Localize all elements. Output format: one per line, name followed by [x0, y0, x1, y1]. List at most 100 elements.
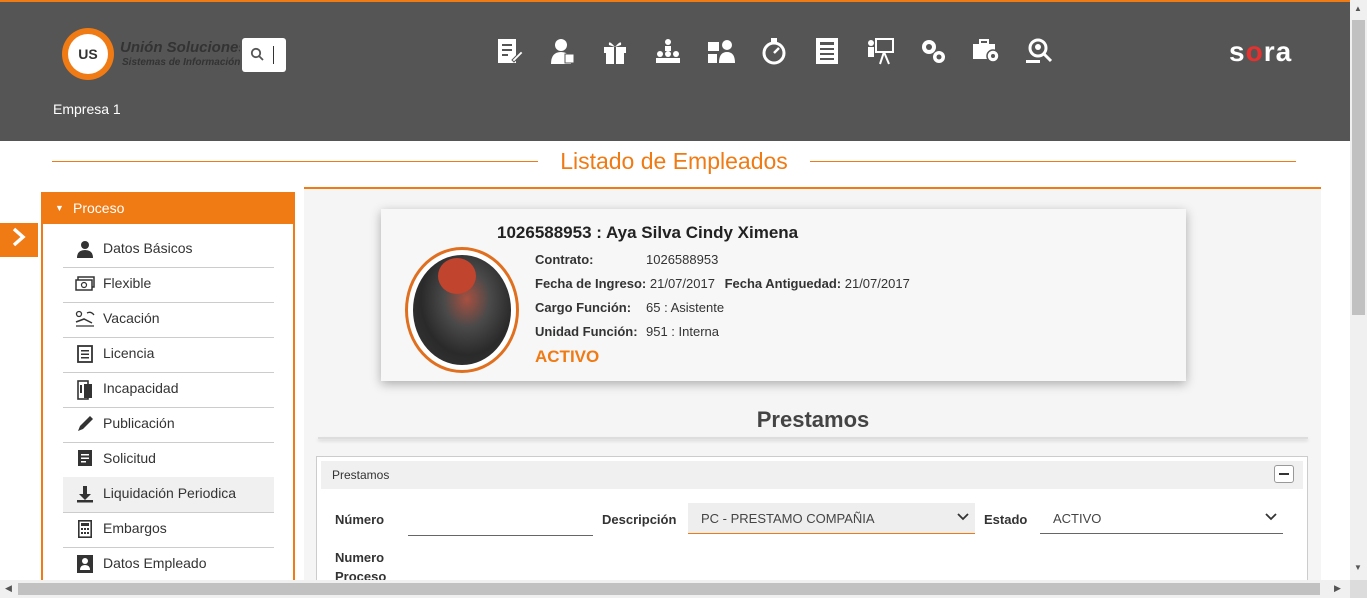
ingreso-label: Fecha de Ingreso:	[535, 276, 647, 291]
sidebar-item-datos-empleado[interactable]: Datos Empleado	[63, 547, 274, 583]
process-sidebar: ▼ Proceso Datos Básicos Flexible Vacació…	[41, 192, 295, 592]
cargo-label: Cargo Función:	[535, 300, 632, 315]
company-name: Empresa 1	[53, 101, 121, 117]
descripcion-label: Descripción	[602, 512, 677, 527]
organization-icon[interactable]	[653, 36, 683, 66]
company-logo[interactable]: US	[62, 28, 114, 80]
sidebar-item-label: Vacación	[103, 310, 160, 326]
sidebar-item-flexible[interactable]: Flexible	[63, 267, 274, 303]
collapse-button[interactable]	[1274, 465, 1294, 483]
form-edit-icon[interactable]	[494, 36, 524, 66]
numero-proceso-label: Numero	[335, 550, 385, 565]
report-icon[interactable]	[812, 36, 842, 66]
numero-input[interactable]	[408, 513, 593, 536]
money-icon	[75, 275, 95, 293]
contrato-row: Contrato: 1026588953	[535, 252, 718, 267]
sidebar-item-label: Incapacidad	[103, 380, 179, 396]
scroll-up-icon[interactable]: ▲	[1354, 4, 1362, 13]
stopwatch-icon[interactable]	[759, 36, 789, 66]
app-header: US Unión Soluciones Sistemas de Informac…	[0, 2, 1350, 141]
sidebar-section-header[interactable]: ▼ Proceso	[43, 192, 293, 224]
descripcion-value: PC - PRESTAMO COMPAÑIA	[701, 511, 875, 526]
product-logo: sora	[1229, 36, 1293, 67]
sidebar-item-incapacidad[interactable]: Incapacidad	[63, 372, 274, 408]
settings-gears-icon[interactable]	[918, 36, 948, 66]
horizontal-scrollbar[interactable]: ◀ ▶	[0, 580, 1350, 598]
hierarchy-icon[interactable]	[706, 36, 736, 66]
vertical-scrollbar[interactable]: ▲ ▼	[1350, 0, 1367, 580]
employee-name: 1026588953 : Aya Silva Cindy Ximena	[497, 223, 799, 242]
estado-label: Estado	[984, 512, 1028, 527]
numero-label: Número	[335, 512, 385, 527]
text-caret	[273, 46, 274, 64]
pen-icon	[75, 415, 95, 433]
document-icon	[75, 450, 95, 468]
cargo-value: 65 : Asistente	[646, 300, 725, 315]
ingreso-value: 21/07/2017	[649, 276, 715, 291]
medical-icon	[75, 380, 95, 400]
minus-icon	[1279, 473, 1289, 475]
scroll-down-icon[interactable]: ▼	[1354, 563, 1362, 572]
fechas-row: Fecha de Ingreso: 21/07/2017 Fecha Antig…	[535, 276, 910, 291]
page-title-bar: Listado de Empleados	[52, 146, 1296, 176]
scroll-right-icon[interactable]: ▶	[1334, 583, 1341, 594]
scrollbar-thumb[interactable]	[1352, 20, 1365, 315]
photo-detail	[438, 258, 476, 294]
sidebar-item-label: Flexible	[103, 275, 152, 291]
contrato-value: 1026588953	[646, 252, 719, 267]
sidebar-item-label: Datos Empleado	[103, 555, 207, 571]
id-card-icon	[75, 555, 95, 573]
employee-icon[interactable]	[547, 36, 577, 66]
chevron-right-icon	[12, 227, 26, 247]
panel-title: Prestamos	[332, 468, 390, 482]
sidebar-item-label: Publicación	[103, 415, 175, 431]
cargo-row: Cargo Función: 65 : Asistente	[535, 300, 724, 315]
search-users-icon[interactable]	[1024, 36, 1054, 66]
sidebar-item-vacacion[interactable]: Vacación	[63, 302, 274, 338]
employee-card: 1026588953 : Aya Silva Cindy Ximena Cont…	[381, 209, 1186, 381]
sidebar-item-solicitud[interactable]: Solicitud	[63, 442, 274, 478]
search-input[interactable]	[242, 38, 286, 72]
antiguedad-value: 21/07/2017	[844, 276, 910, 291]
sidebar-item-liquidacion-periodica[interactable]: Liquidación Periodica	[63, 477, 274, 513]
unidad-label: Unidad Función:	[535, 324, 638, 339]
descripcion-select[interactable]: PC - PRESTAMO COMPAÑIA	[688, 503, 975, 534]
sidebar-item-label: Liquidación Periodica	[103, 485, 237, 501]
scroll-left-icon[interactable]: ◀	[5, 583, 12, 594]
presentation-icon[interactable]	[865, 36, 895, 66]
scrollbar-thumb[interactable]	[18, 583, 1320, 595]
sidebar-section-label: Proceso	[73, 200, 125, 216]
briefcase-location-icon[interactable]	[971, 36, 1001, 66]
unidad-row: Unidad Función: 951 : Interna	[535, 324, 719, 339]
sidebar-item-publicacion[interactable]: Publicación	[63, 407, 274, 443]
section-divider	[318, 437, 1308, 439]
panel-header: Prestamos	[321, 461, 1303, 489]
contrato-label: Contrato:	[535, 252, 594, 267]
chevron-down-icon	[957, 509, 969, 526]
calculator-icon	[75, 520, 95, 538]
chevron-down-icon	[1265, 509, 1277, 526]
list-icon	[75, 345, 95, 363]
estado-select[interactable]: ACTIVO	[1040, 503, 1283, 534]
sidebar-item-label: Solicitud	[103, 450, 156, 466]
sidebar-item-label: Licencia	[103, 345, 155, 361]
brand-subtitle: Sistemas de Información	[122, 57, 240, 68]
sidebar-item-embargos[interactable]: Embargos	[63, 512, 274, 548]
sidebar-item-datos-basicos[interactable]: Datos Básicos	[63, 232, 274, 268]
scrollbar-corner	[1350, 580, 1367, 598]
search-icon	[250, 47, 264, 64]
employee-photo	[405, 247, 519, 373]
logo-mark: US	[68, 34, 108, 74]
sidebar-item-licencia[interactable]: Licencia	[63, 337, 274, 373]
sidebar-toggle-button[interactable]	[0, 223, 38, 257]
sidebar-item-label: Embargos	[103, 520, 167, 536]
unidad-value: 951 : Interna	[646, 324, 719, 339]
download-icon	[75, 485, 95, 503]
brand-title: Unión Soluciones	[120, 39, 240, 56]
status-badge: ACTIVO	[535, 347, 600, 366]
gift-icon[interactable]	[600, 36, 630, 66]
main-content: 1026588953 : Aya Silva Cindy Ximena Cont…	[304, 187, 1321, 588]
person-icon	[75, 240, 95, 258]
beach-icon	[75, 310, 95, 328]
caret-down-icon: ▼	[55, 203, 64, 213]
